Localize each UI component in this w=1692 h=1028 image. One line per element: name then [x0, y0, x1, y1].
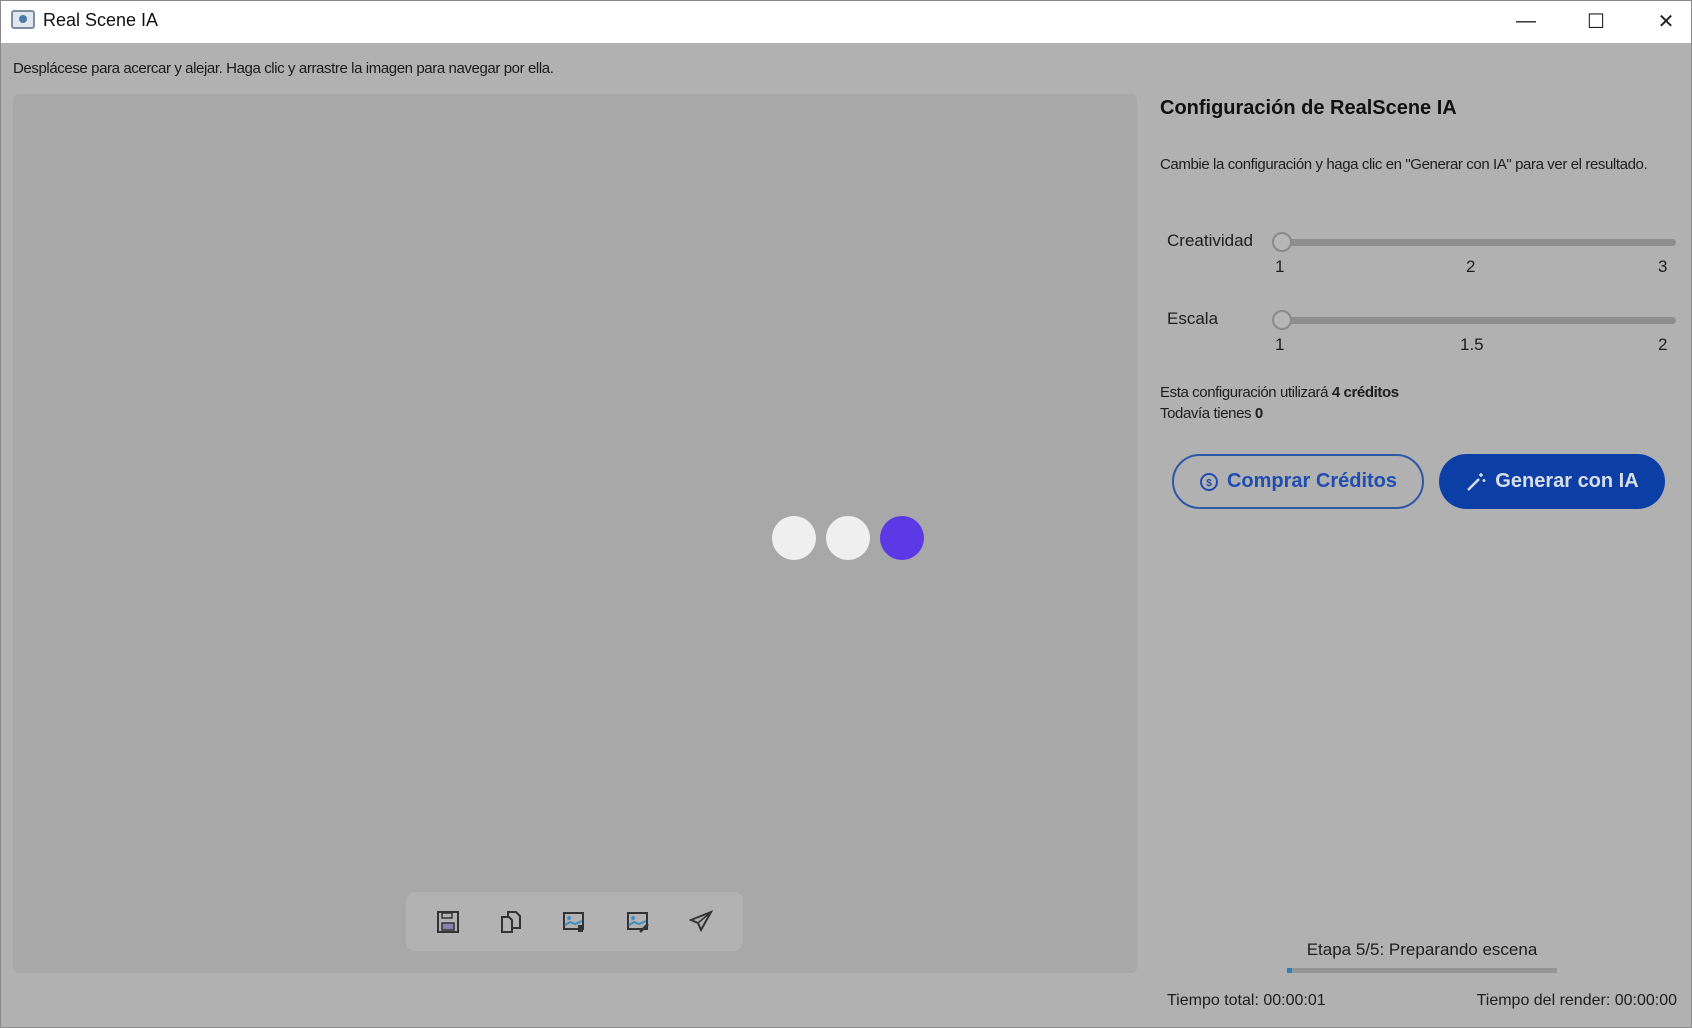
- progress-bar: [1287, 968, 1557, 973]
- tick-label: 3: [1658, 257, 1668, 276]
- tick-label: 1.5: [1460, 335, 1484, 354]
- generate-label: Generar con IA: [1495, 470, 1639, 492]
- slider-thumb[interactable]: [1272, 310, 1292, 330]
- window-title: Real Scene IA: [43, 10, 159, 30]
- coin-icon: $: [1199, 472, 1218, 491]
- stage-label: Etapa 5/5: Preparando escena: [1306, 940, 1538, 959]
- viewer-hint: Desplácese para acercar y alejar. Haga c…: [13, 60, 554, 77]
- minimize-button[interactable]: —: [1491, 1, 1561, 41]
- credits-remaining-text: Todavía tienes: [1160, 405, 1255, 422]
- buy-credits-button[interactable]: $ Comprar Créditos: [1172, 454, 1424, 509]
- loading-dot: [772, 516, 816, 560]
- buy-credits-label: Comprar Créditos: [1226, 470, 1398, 492]
- credits-cost-value: 4 créditos: [1331, 384, 1399, 401]
- save-icon: [436, 910, 459, 933]
- tick-label: 2: [1466, 257, 1476, 276]
- render-time: Tiempo del render: 00:00:00: [1476, 992, 1677, 1009]
- credits-remaining: Todavía tienes 0: [1160, 405, 1263, 422]
- edit-image-button[interactable]: [621, 905, 655, 939]
- escala-slider[interactable]: [1272, 310, 1676, 330]
- save-button[interactable]: [431, 905, 465, 939]
- tick-label: 1: [1275, 335, 1285, 354]
- image-edit-icon: [626, 911, 649, 933]
- creatividad-slider[interactable]: [1272, 232, 1676, 252]
- export-image-button[interactable]: [557, 905, 591, 939]
- title-bar: Real Scene IA — ☐ ✕: [0, 0, 1692, 43]
- tick-label: 1: [1275, 257, 1285, 276]
- loading-dot: [880, 516, 924, 560]
- panel-title: Configuración de RealScene IA: [1160, 97, 1457, 119]
- progress-fill: [1287, 968, 1293, 973]
- camera-icon: [11, 10, 35, 29]
- viewer-toolbar: [406, 892, 743, 951]
- magic-wand-icon: [1467, 472, 1486, 491]
- slider-thumb[interactable]: [1272, 232, 1292, 252]
- generate-button[interactable]: Generar con IA: [1439, 454, 1665, 509]
- maximize-button[interactable]: ☐: [1561, 1, 1631, 41]
- creatividad-label: Creatividad: [1167, 231, 1253, 250]
- copy-button[interactable]: [494, 905, 528, 939]
- loading-dot: [826, 516, 870, 560]
- copy-icon: [501, 910, 522, 933]
- close-button[interactable]: ✕: [1631, 1, 1692, 41]
- svg-text:$: $: [1206, 478, 1212, 489]
- credits-cost-text: Esta configuración utilizará: [1160, 384, 1332, 401]
- escala-label: Escala: [1167, 309, 1219, 328]
- send-button[interactable]: [684, 905, 718, 939]
- image-export-icon: [563, 911, 585, 932]
- image-viewer[interactable]: [13, 94, 1137, 973]
- send-icon: [689, 909, 714, 932]
- panel-description: Cambie la configuración y haga clic en "…: [1160, 156, 1648, 173]
- total-time: Tiempo total: 00:00:01: [1167, 992, 1326, 1009]
- credits-remaining-value: 0: [1254, 405, 1263, 422]
- credits-cost: Esta configuración utilizará 4 créditos: [1160, 384, 1399, 401]
- tick-label: 2: [1658, 335, 1668, 354]
